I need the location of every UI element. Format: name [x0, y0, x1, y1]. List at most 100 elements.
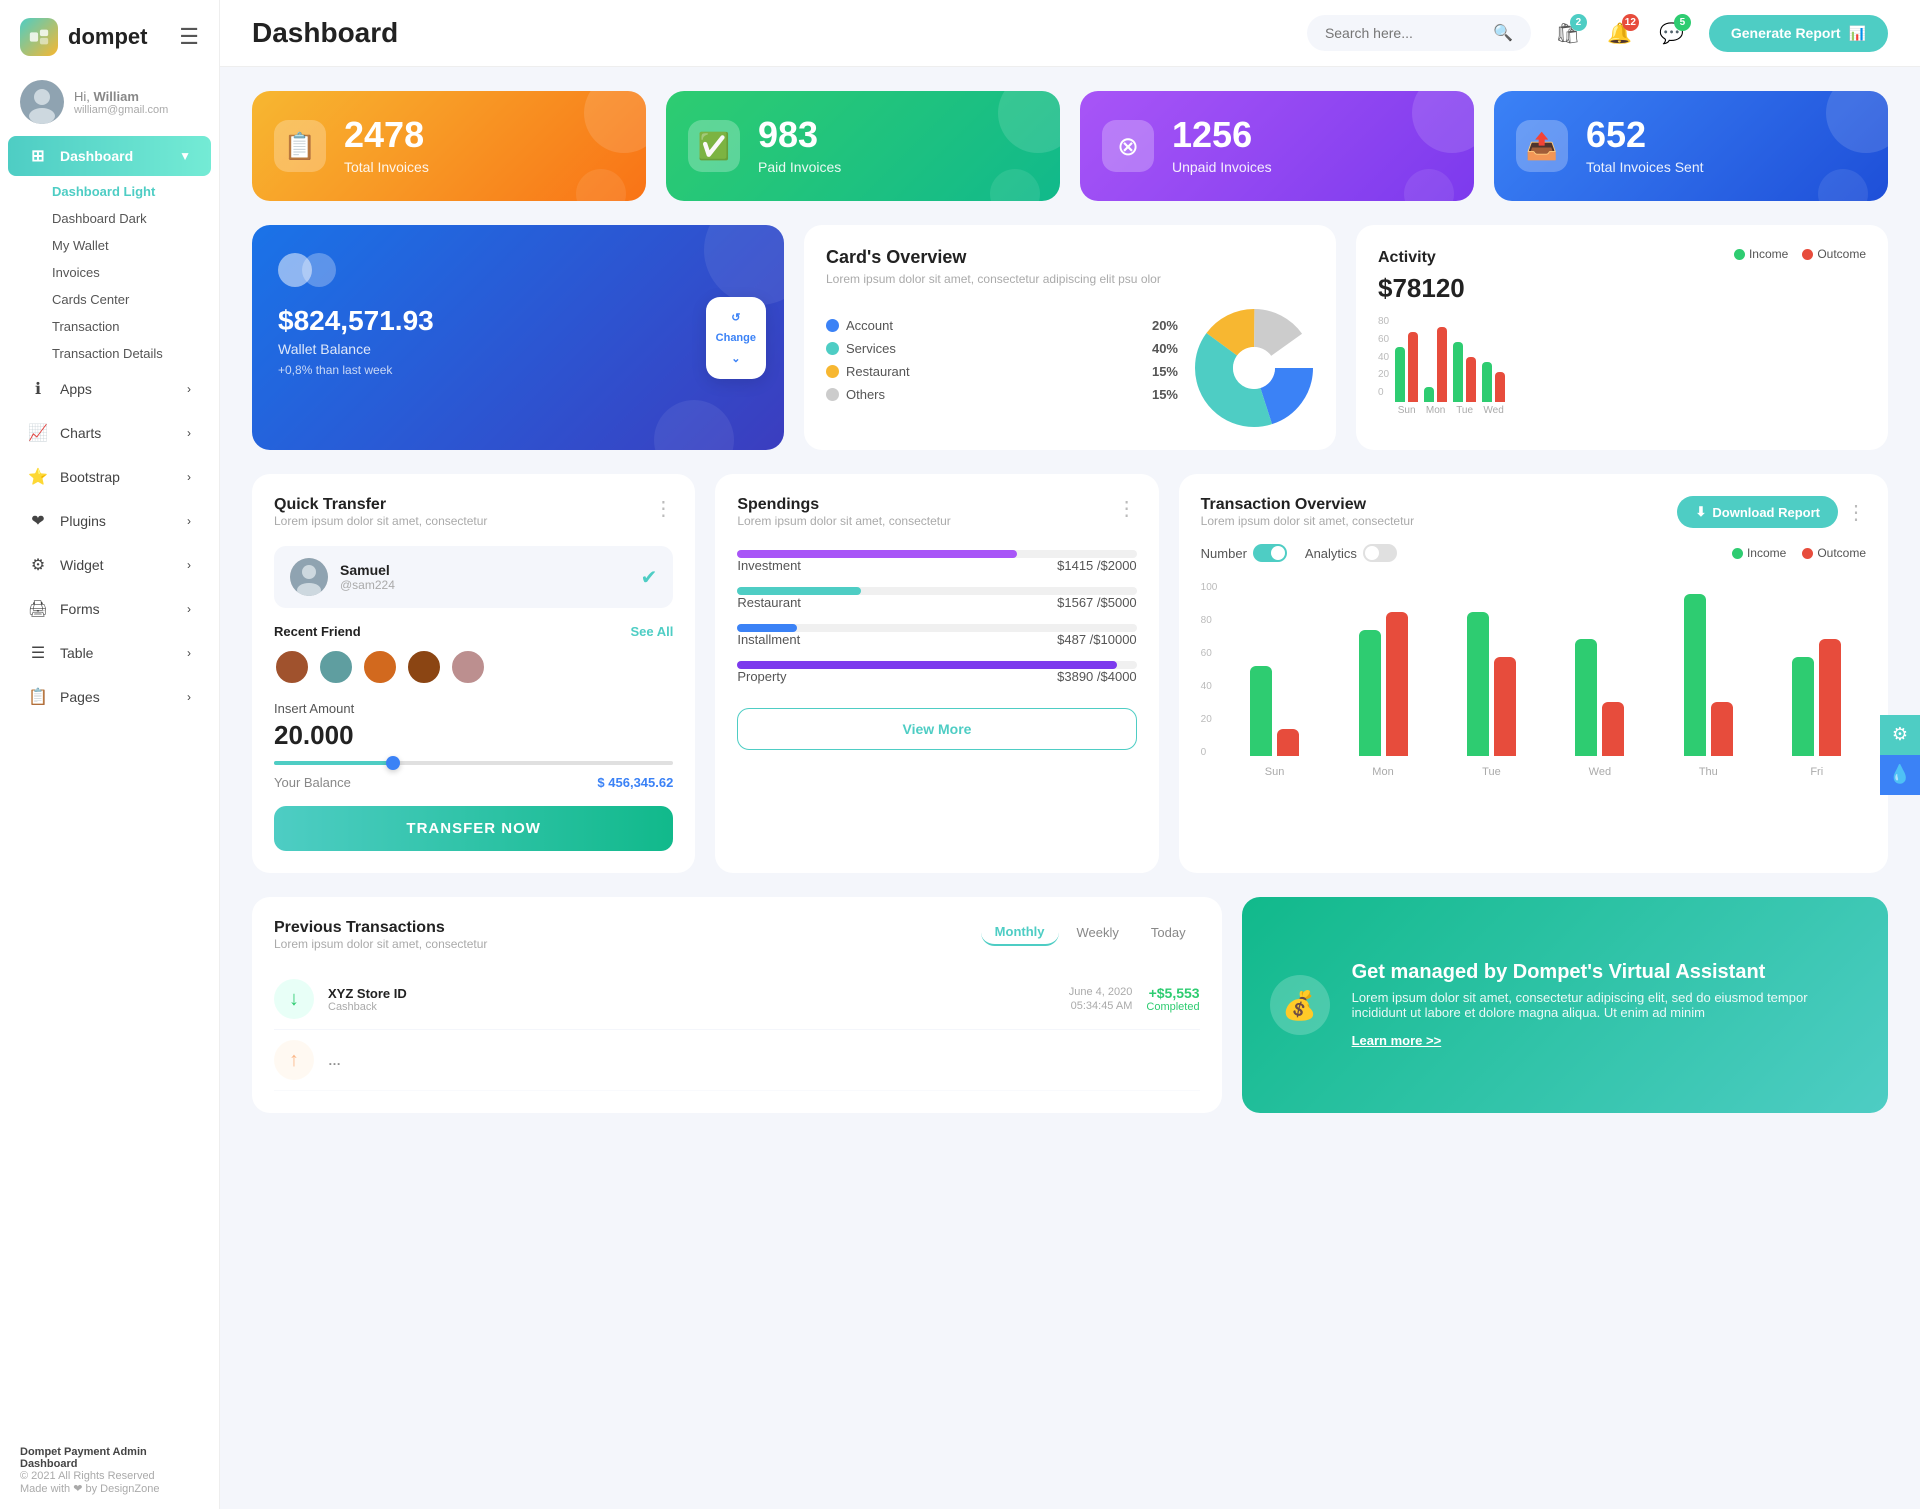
tx-icon-upload: ↑ — [274, 1040, 314, 1080]
chat-button[interactable]: 💬 5 — [1653, 14, 1691, 52]
notification-button[interactable]: 🔔 12 — [1601, 14, 1639, 52]
sidebar-sub-my-wallet[interactable]: My Wallet — [40, 232, 219, 259]
see-all-link[interactable]: See All — [630, 624, 673, 639]
tab-monthly[interactable]: Monthly — [981, 919, 1059, 946]
analytics-toggle[interactable] — [1363, 544, 1397, 562]
search-box[interactable]: 🔍 — [1307, 15, 1531, 51]
pie-chart — [1194, 308, 1314, 428]
generate-report-button[interactable]: Generate Report 📊 — [1709, 15, 1888, 52]
chevron-right-icon: › — [187, 426, 191, 440]
sidebar-sub-dashboard-dark[interactable]: Dashboard Dark — [40, 205, 219, 232]
change-label: Change — [716, 332, 756, 344]
tx-legend: Income Outcome — [1732, 546, 1866, 560]
stat-cards-row: 📋 2478 Total Invoices ✅ 983 Paid Invoice… — [252, 91, 1888, 201]
card-ov-services: Services 40% — [826, 341, 1178, 356]
paid-invoices-label: Paid Invoices — [758, 159, 841, 175]
tx-icon-download: ↓ — [274, 979, 314, 1019]
tx-amount: +$5,553 — [1146, 985, 1199, 1001]
sidebar-item-table[interactable]: ☰ Table › — [8, 633, 211, 673]
sidebar-item-label: Table — [60, 645, 93, 661]
refresh-icon: ↺ — [731, 311, 740, 324]
balance-label: Your Balance — [274, 775, 351, 790]
spending-label: Installment — [737, 632, 800, 647]
sidebar-item-plugins[interactable]: ❤ Plugins › — [8, 501, 211, 541]
content-area: 📋 2478 Total Invoices ✅ 983 Paid Invoice… — [220, 67, 1920, 1509]
sidebar-sub-cards-center[interactable]: Cards Center — [40, 286, 219, 313]
qt-recipient: Samuel @sam224 ✔ — [274, 546, 673, 608]
spending-amount: $3890 /$4000 — [1057, 669, 1137, 684]
search-input[interactable] — [1325, 25, 1485, 41]
tab-weekly[interactable]: Weekly — [1063, 919, 1133, 946]
balance-value: $ 456,345.62 — [597, 775, 673, 790]
more-options-icon[interactable]: ⋮ — [1117, 496, 1137, 521]
view-more-button[interactable]: View More — [737, 708, 1136, 750]
chevron-down-icon: ▼ — [179, 149, 191, 163]
sidebar-item-charts[interactable]: 📈 Charts › — [8, 413, 211, 453]
va-learn-more-link[interactable]: Learn more >> — [1352, 1033, 1442, 1048]
download-report-button[interactable]: ⬇ Download Report — [1677, 496, 1838, 528]
sidebar-item-apps[interactable]: ℹ Apps › — [8, 369, 211, 409]
tab-today[interactable]: Today — [1137, 919, 1200, 946]
more-options-icon[interactable]: ⋮ — [1846, 500, 1866, 525]
sidebar-sub-dashboard-light[interactable]: Dashboard Light — [40, 178, 219, 205]
transfer-now-button[interactable]: TRANSFER NOW — [274, 806, 673, 851]
prev-tx-title: Previous Transactions — [274, 919, 487, 937]
mid-row: $824,571.93 Wallet Balance +0,8% than la… — [252, 225, 1888, 450]
hamburger-icon[interactable]: ☰ — [179, 24, 199, 50]
gear-icon: ⚙ — [1892, 724, 1908, 745]
change-button[interactable]: ↺ Change ⌄ — [706, 297, 766, 379]
bootstrap-icon: ⭐ — [28, 467, 48, 487]
spendings-title: Spendings — [737, 496, 950, 514]
chevron-right-icon: › — [187, 558, 191, 572]
stat-card-total-sent: 📤 652 Total Invoices Sent — [1494, 91, 1888, 201]
user-name: William — [94, 89, 139, 104]
dashboard-submenu: Dashboard Light Dashboard Dark My Wallet… — [0, 178, 219, 367]
sidebar-item-bootstrap[interactable]: ⭐ Bootstrap › — [8, 457, 211, 497]
tx-date-col: June 4, 2020 05:34:45 AM — [1069, 986, 1133, 1012]
table-icon: ☰ — [28, 643, 48, 663]
qt-header: Quick Transfer Lorem ipsum dolor sit ame… — [274, 496, 673, 542]
chevron-right-icon: › — [187, 646, 191, 660]
more-options-icon[interactable]: ⋮ — [653, 496, 673, 521]
total-sent-number: 652 — [1586, 117, 1704, 153]
prev-tx-row: Previous Transactions Lorem ipsum dolor … — [252, 897, 1888, 1113]
slider-fill — [274, 761, 394, 765]
sidebar-item-pages[interactable]: 📋 Pages › — [8, 677, 211, 717]
sidebar-sub-transaction-details[interactable]: Transaction Details — [40, 340, 219, 367]
bottom-row: Quick Transfer Lorem ipsum dolor sit ame… — [252, 474, 1888, 873]
user-info: Hi, William william@gmail.com — [74, 89, 168, 116]
wallet-card: $824,571.93 Wallet Balance +0,8% than la… — [252, 225, 784, 450]
tab-row: Monthly Weekly Today — [981, 919, 1200, 946]
cards-overview-title: Card's Overview — [826, 247, 1314, 268]
cart-button[interactable]: 🛍 2 — [1549, 14, 1587, 52]
bar-label-thu: Thu — [1699, 766, 1718, 778]
total-invoices-icon: 📋 — [274, 120, 326, 172]
sidebar-item-dashboard[interactable]: ⊞ Dashboard ▼ — [8, 136, 211, 176]
sidebar-sub-invoices[interactable]: Invoices — [40, 259, 219, 286]
friend-avatar-5 — [450, 649, 486, 685]
charts-icon: 📈 — [28, 423, 48, 443]
va-icon: 💰 — [1270, 975, 1330, 1035]
va-title: Get managed by Dompet's Virtual Assistan… — [1352, 961, 1860, 984]
bar-mon: Mon — [1334, 612, 1432, 778]
settings-float-button[interactable]: ⚙ — [1880, 715, 1920, 755]
sidebar-sub-transaction[interactable]: Transaction — [40, 313, 219, 340]
palette-float-button[interactable]: 💧 — [1880, 755, 1920, 795]
tx-amount-col: +$5,553 Completed — [1146, 985, 1199, 1013]
number-toggle[interactable] — [1253, 544, 1287, 562]
recipient-name: Samuel — [340, 562, 395, 578]
sidebar-item-forms[interactable]: 🖨 Forms › — [8, 589, 211, 629]
search-icon: 🔍 — [1493, 23, 1513, 43]
tx-toggles: Number Analytics Income Outcome — [1201, 544, 1866, 562]
amount-slider[interactable] — [274, 761, 673, 765]
spendings-desc: Lorem ipsum dolor sit amet, consectetur — [737, 514, 950, 528]
wallet-growth: +0,8% than last week — [278, 363, 758, 377]
page-title: Dashboard — [252, 17, 1289, 49]
friend-avatar-3 — [362, 649, 398, 685]
sidebar-item-widget[interactable]: ⚙ Widget › — [8, 545, 211, 585]
prev-tx-desc: Lorem ipsum dolor sit amet, consectetur — [274, 937, 487, 951]
wallet-circle-2 — [302, 253, 336, 287]
chevron-right-icon: › — [187, 470, 191, 484]
wallet-circles — [278, 253, 758, 287]
tx-status: Completed — [1146, 1001, 1199, 1013]
